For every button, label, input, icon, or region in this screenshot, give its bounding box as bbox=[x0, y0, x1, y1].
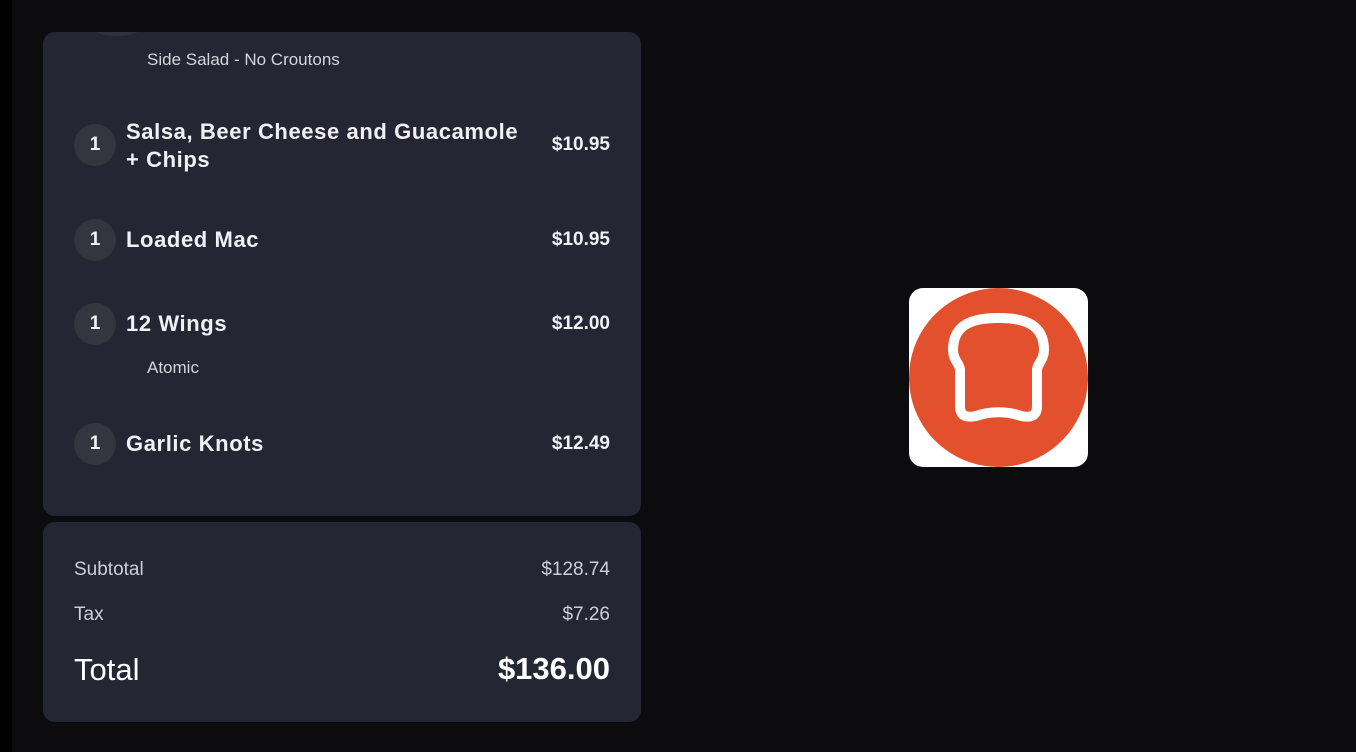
order-totals-card: Subtotal $128.74 Tax $7.26 Total $136.00 bbox=[43, 522, 641, 722]
scrolled-qty-badge bbox=[95, 32, 139, 36]
item-price: $10.95 bbox=[551, 134, 610, 155]
item-name-line: + Chips bbox=[126, 147, 211, 172]
item-name: 12 Wings bbox=[126, 311, 228, 336]
line-item: 1 Garlic Knots $12.49 bbox=[74, 423, 610, 465]
total-label: Total bbox=[74, 652, 140, 687]
item-name: Garlic Knots bbox=[126, 431, 265, 456]
line-item: 1 Salsa, Beer Cheese and Guacamole + Chi… bbox=[74, 119, 610, 184]
customer-display-screen: Side Salad - No Croutons 1 Salsa, Beer C… bbox=[0, 0, 1356, 752]
item-price: $12.00 bbox=[551, 313, 610, 334]
item-price: $10.95 bbox=[551, 229, 610, 250]
item-modifier: Atomic bbox=[147, 358, 199, 377]
quantity-badge: 1 bbox=[74, 423, 116, 465]
quantity-badge: 1 bbox=[74, 124, 116, 166]
tax-value: $7.26 bbox=[562, 604, 610, 625]
tax-label: Tax bbox=[74, 604, 104, 625]
toast-bread-logo-icon bbox=[909, 288, 1088, 467]
line-item: 1 Loaded Mac $10.95 bbox=[74, 219, 610, 261]
brand-logo bbox=[909, 288, 1088, 467]
item-name-line: Salsa, Beer Cheese and Guacamole bbox=[126, 119, 519, 144]
total-value: $136.00 bbox=[497, 651, 610, 686]
order-items-card[interactable]: Side Salad - No Croutons 1 Salsa, Beer C… bbox=[43, 32, 641, 516]
item-name: Salsa, Beer Cheese and Guacamole + Chips bbox=[126, 118, 518, 174]
quantity-badge: 1 bbox=[74, 219, 116, 261]
item-price: $12.49 bbox=[551, 433, 610, 454]
subtotal-label: Subtotal bbox=[74, 559, 144, 580]
subtotal-value: $128.74 bbox=[541, 559, 610, 580]
item-name: Loaded Mac bbox=[126, 227, 260, 252]
quantity-badge: 1 bbox=[74, 303, 116, 345]
item-modifier: Side Salad - No Croutons bbox=[147, 50, 340, 69]
screen-edge bbox=[0, 0, 12, 752]
line-item: 1 12 Wings $12.00 bbox=[74, 303, 610, 345]
